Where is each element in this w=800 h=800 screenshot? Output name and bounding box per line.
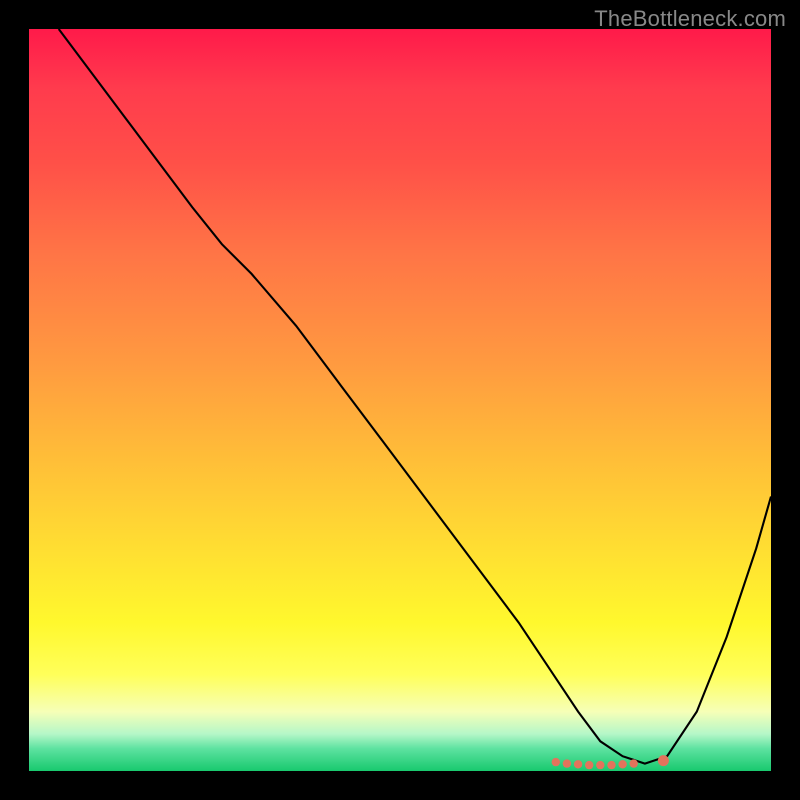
bottleneck-curve xyxy=(59,29,771,764)
plot-area xyxy=(29,29,771,771)
data-marker xyxy=(563,759,571,767)
data-marker xyxy=(585,761,593,769)
chart-frame: TheBottleneck.com xyxy=(0,0,800,800)
data-marker xyxy=(630,759,638,767)
data-marker xyxy=(596,761,604,769)
data-marker xyxy=(574,760,582,768)
data-marker xyxy=(658,755,669,766)
data-marker xyxy=(607,761,615,769)
data-marker xyxy=(552,758,560,766)
data-marker xyxy=(618,760,626,768)
chart-svg xyxy=(29,29,771,771)
